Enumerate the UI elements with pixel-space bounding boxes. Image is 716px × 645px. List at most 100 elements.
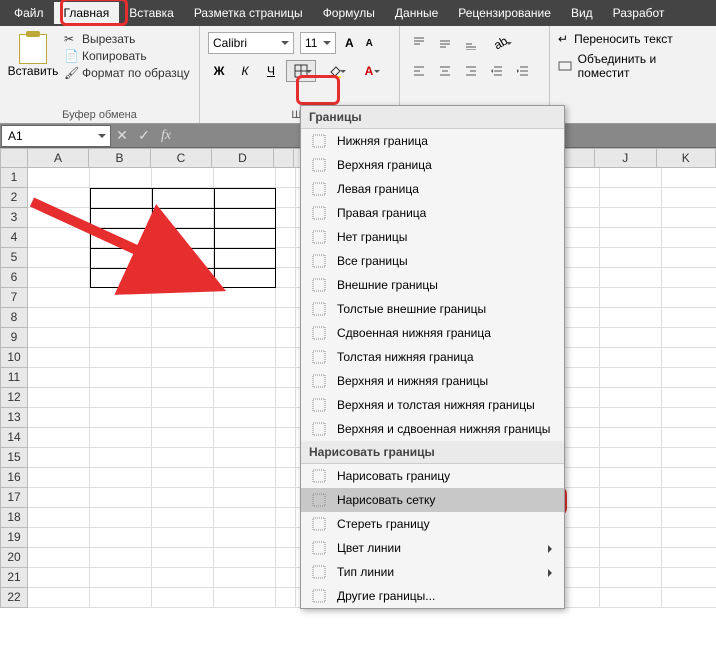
cell[interactable] [662, 268, 716, 288]
row-header[interactable]: 13 [0, 408, 28, 428]
cell[interactable] [276, 308, 296, 328]
cell[interactable] [152, 508, 214, 528]
dd-item[interactable]: Другие границы... [301, 584, 564, 608]
cell[interactable] [662, 208, 716, 228]
cell[interactable] [90, 528, 152, 548]
bold-button[interactable]: Ж [208, 60, 230, 82]
italic-button[interactable]: К [234, 60, 256, 82]
dd-item[interactable]: Все границы [301, 249, 564, 273]
cell[interactable] [152, 308, 214, 328]
cell[interactable] [90, 408, 152, 428]
cell[interactable] [152, 388, 214, 408]
format-painter-button[interactable]: 🖌 Формат по образцу [64, 66, 190, 80]
dd-item[interactable]: Верхняя и толстая нижняя границы [301, 393, 564, 417]
dd-item[interactable]: Толстые внешние границы [301, 297, 564, 321]
row-header[interactable]: 5 [0, 248, 28, 268]
cell[interactable] [152, 228, 214, 248]
cell[interactable] [276, 288, 296, 308]
dd-item[interactable]: Нарисовать сетку [301, 488, 564, 512]
cell[interactable] [90, 348, 152, 368]
cell[interactable] [214, 528, 276, 548]
cell[interactable] [600, 248, 662, 268]
menu-вид[interactable]: Вид [561, 2, 603, 24]
cell[interactable] [276, 408, 296, 428]
cell[interactable] [152, 528, 214, 548]
cell[interactable] [600, 568, 662, 588]
cell[interactable] [276, 228, 296, 248]
menu-файл[interactable]: Файл [4, 2, 54, 24]
cell[interactable] [90, 388, 152, 408]
cell[interactable] [214, 468, 276, 488]
row-header[interactable]: 8 [0, 308, 28, 328]
row-header[interactable]: 1 [0, 168, 28, 188]
row-header[interactable]: 21 [0, 568, 28, 588]
dd-item[interactable]: Правая граница [301, 201, 564, 225]
cell[interactable] [28, 528, 90, 548]
cell[interactable] [600, 288, 662, 308]
cell[interactable] [662, 408, 716, 428]
select-all-corner[interactable] [0, 148, 28, 168]
cell[interactable] [152, 188, 214, 208]
cell[interactable] [214, 388, 276, 408]
cell[interactable] [152, 568, 214, 588]
cell[interactable] [152, 368, 214, 388]
cell[interactable] [90, 188, 152, 208]
copy-button[interactable]: 📄 Копировать [64, 49, 190, 63]
col-header[interactable]: D [212, 148, 273, 168]
cell[interactable] [90, 228, 152, 248]
cell[interactable] [28, 568, 90, 588]
cell[interactable] [276, 168, 296, 188]
cell[interactable] [662, 508, 716, 528]
cell[interactable] [28, 228, 90, 248]
cell[interactable] [152, 168, 214, 188]
cell[interactable] [214, 448, 276, 468]
dd-item[interactable]: Тип линии [301, 560, 564, 584]
orientation-button[interactable]: ab [486, 32, 516, 54]
cell[interactable] [662, 368, 716, 388]
col-header[interactable]: C [151, 148, 212, 168]
cell[interactable] [276, 448, 296, 468]
cell[interactable] [214, 488, 276, 508]
cell[interactable] [662, 288, 716, 308]
row-header[interactable]: 14 [0, 428, 28, 448]
row-header[interactable]: 10 [0, 348, 28, 368]
row-header[interactable]: 15 [0, 448, 28, 468]
cell[interactable] [600, 528, 662, 548]
font-name-select[interactable]: Calibri [208, 32, 294, 54]
cell[interactable] [276, 328, 296, 348]
font-size-select[interactable]: 11 [300, 32, 336, 54]
cell[interactable] [276, 348, 296, 368]
cell[interactable] [214, 588, 276, 608]
cell[interactable] [152, 328, 214, 348]
cell[interactable] [214, 248, 276, 268]
cell[interactable] [28, 488, 90, 508]
cell[interactable] [600, 428, 662, 448]
cell[interactable] [662, 348, 716, 368]
cell[interactable] [662, 308, 716, 328]
cell[interactable] [152, 588, 214, 608]
cell[interactable] [28, 388, 90, 408]
cell[interactable] [214, 168, 276, 188]
cell[interactable] [214, 368, 276, 388]
row-header[interactable]: 3 [0, 208, 28, 228]
cell[interactable] [600, 508, 662, 528]
increase-indent-button[interactable] [512, 60, 534, 82]
dd-item[interactable]: Нет границы [301, 225, 564, 249]
cell[interactable] [662, 428, 716, 448]
row-header[interactable]: 2 [0, 188, 28, 208]
menu-разработ[interactable]: Разработ [603, 2, 675, 24]
align-right-button[interactable] [460, 60, 482, 82]
align-center-button[interactable] [434, 60, 456, 82]
cell[interactable] [90, 268, 152, 288]
cell[interactable] [152, 488, 214, 508]
cell[interactable] [600, 588, 662, 608]
row-header[interactable]: 4 [0, 228, 28, 248]
cell[interactable] [276, 508, 296, 528]
dd-item[interactable]: Сдвоенная нижняя граница [301, 321, 564, 345]
cell[interactable] [214, 568, 276, 588]
cell[interactable] [276, 588, 296, 608]
cell[interactable] [90, 588, 152, 608]
decrease-indent-button[interactable] [486, 60, 508, 82]
cell[interactable] [214, 428, 276, 448]
merge-cells-button[interactable]: Объединить и поместит [558, 52, 708, 80]
